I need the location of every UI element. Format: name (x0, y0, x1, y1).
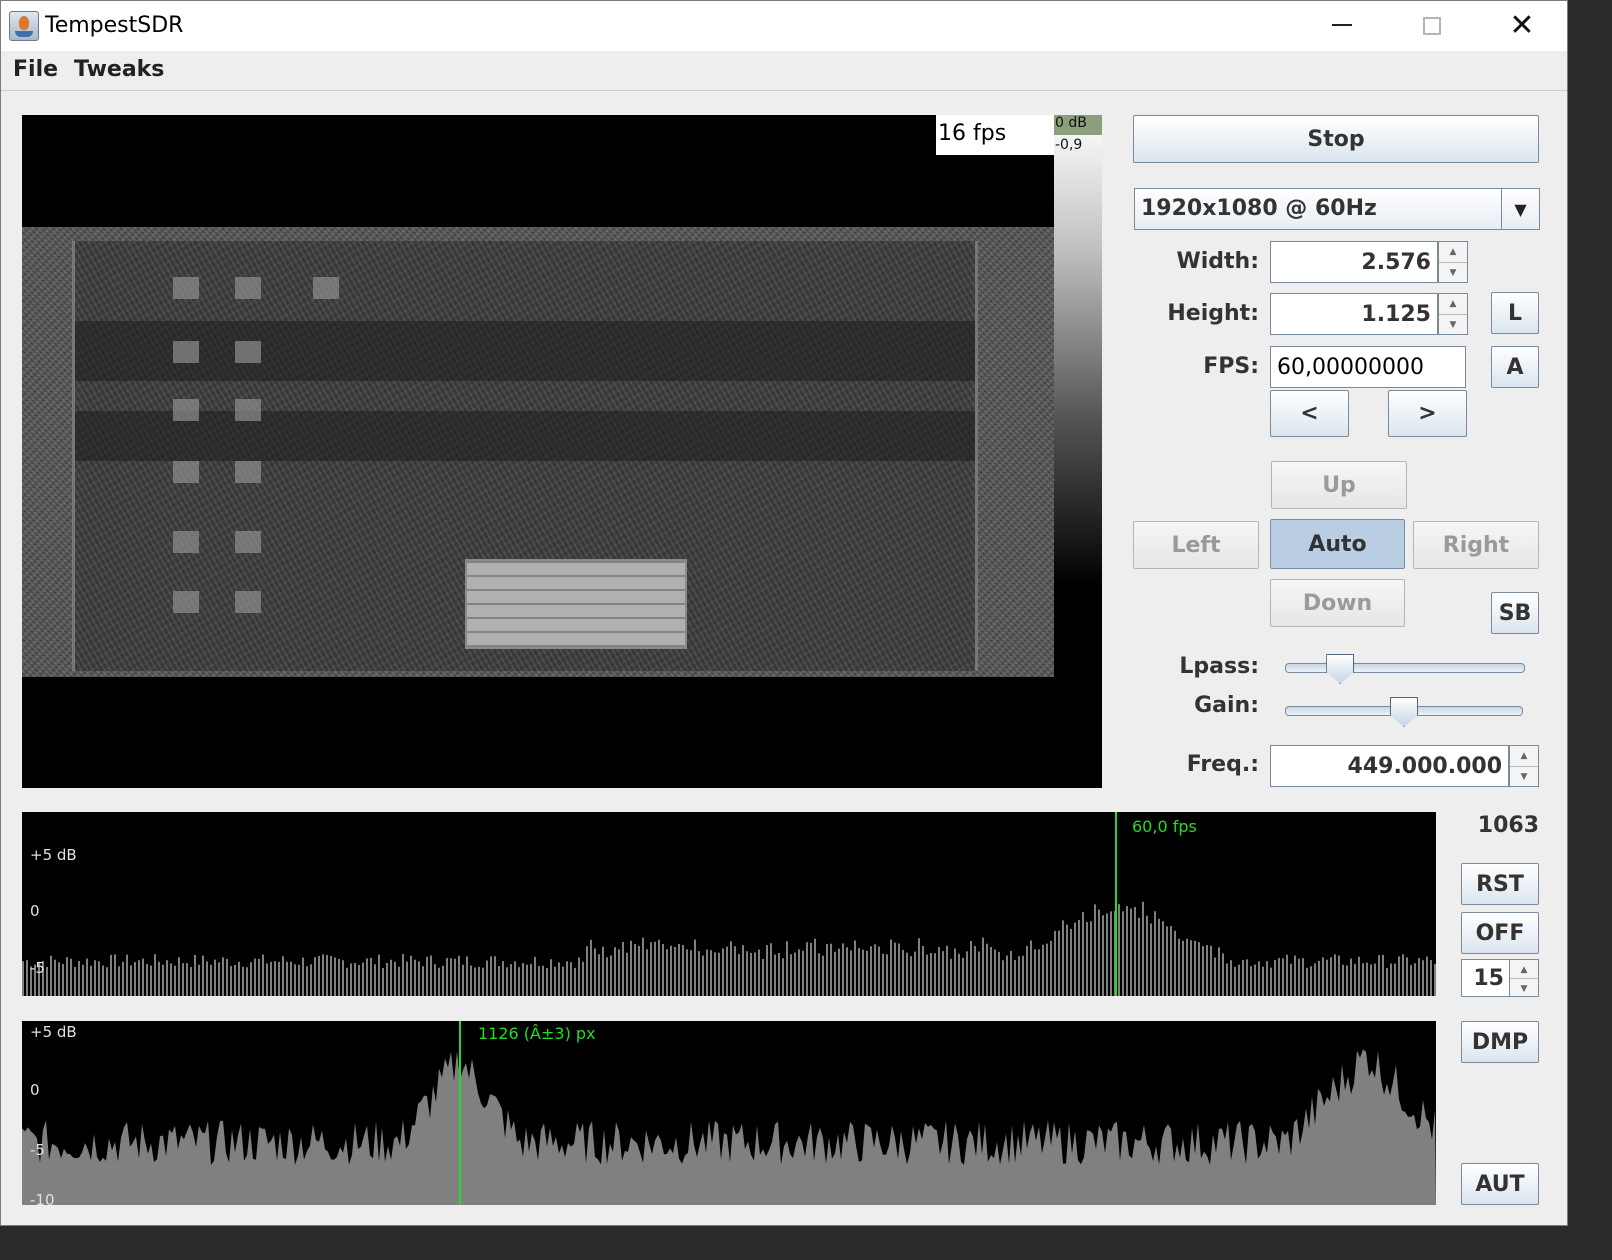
px-tick-label: -5 (30, 1141, 45, 1159)
ghost-icon (173, 531, 199, 553)
prev-button[interactable]: < (1270, 390, 1349, 437)
left-button[interactable]: Left (1133, 521, 1259, 569)
spin-up-icon[interactable]: ▲ (1439, 294, 1467, 314)
ghost-icon (173, 341, 199, 363)
video-display[interactable]: 16 fps 0 dB -0,9 (22, 115, 1102, 788)
px-spectrum-svg (22, 1021, 1436, 1205)
chevron-down-icon[interactable]: ▼ (1501, 189, 1539, 229)
gain-slider-thumb[interactable] (1390, 697, 1418, 727)
ghost-dialog (465, 559, 687, 649)
ghost-icon (235, 277, 261, 299)
app-window: TempestSDR ✕ File Tweaks 16 fps 0 dB -0,… (0, 0, 1568, 1226)
noise-band (75, 321, 975, 381)
ghost-icon (235, 531, 261, 553)
reconstructed-screen-image (22, 227, 1054, 677)
rst-button[interactable]: RST (1461, 863, 1539, 905)
noise-band (75, 411, 975, 461)
maximize-icon (1423, 17, 1441, 35)
a-button[interactable]: A (1491, 346, 1539, 388)
ghost-icon (235, 461, 261, 483)
ghost-icon (235, 341, 261, 363)
spin-down-icon[interactable]: ▼ (1510, 766, 1538, 786)
ghost-icon (173, 591, 199, 613)
fps-tick-label: 0 (30, 902, 40, 920)
aut-button[interactable]: AUT (1461, 1163, 1539, 1205)
next-button[interactable]: > (1388, 390, 1467, 437)
height-spinner[interactable]: ▲ ▼ (1438, 293, 1468, 335)
lpass-slider-track[interactable] (1285, 663, 1525, 673)
java-app-icon (9, 11, 39, 41)
freq-spinner[interactable]: ▲ ▼ (1509, 745, 1539, 787)
spin-down-icon[interactable]: ▼ (1510, 978, 1538, 996)
width-label: Width: (1176, 249, 1259, 274)
height-field[interactable]: 1.125 (1270, 293, 1438, 335)
width-field[interactable]: 2.576 (1270, 241, 1438, 283)
minimize-button[interactable] (1297, 1, 1387, 51)
fps-field[interactable]: 60,00000000 (1270, 346, 1466, 388)
height-label: Height: (1167, 301, 1259, 326)
reconstructed-screen-content (72, 241, 978, 671)
window-title: TempestSDR (45, 13, 184, 38)
fps-tick-label: -5 (30, 959, 45, 977)
fps-tick-label: +5 dB (30, 846, 77, 864)
menu-bar: File Tweaks (1, 51, 1567, 91)
spin-down-icon[interactable]: ▼ (1439, 314, 1467, 334)
menu-tweaks[interactable]: Tweaks (74, 57, 164, 82)
l-button[interactable]: L (1491, 292, 1539, 334)
px-spectrum-plot[interactable]: +5 dB 0 -5 -10 1126 (Â±3) px (22, 1021, 1436, 1205)
fps-spectrum-plot[interactable]: +5 dB 0 -5 60,0 fps (22, 812, 1436, 996)
ghost-icon (235, 591, 261, 613)
freq-label: Freq.: (1186, 752, 1259, 777)
ghost-icon (173, 461, 199, 483)
off-button[interactable]: OFF (1461, 912, 1539, 954)
px-spectrum-area (22, 1049, 1436, 1205)
fps-spectrum-svg (22, 812, 1436, 996)
up-button[interactable]: Up (1271, 461, 1407, 509)
frames-spinner-field[interactable]: 15 (1461, 959, 1511, 997)
right-button[interactable]: Right (1413, 521, 1539, 569)
spin-down-icon[interactable]: ▼ (1439, 262, 1467, 282)
ghost-icon (313, 277, 339, 299)
dmp-button[interactable]: DMP (1461, 1021, 1539, 1063)
px-marker-label: 1126 (Â±3) px (478, 1024, 596, 1043)
spin-up-icon[interactable]: ▲ (1439, 242, 1467, 262)
sb-button[interactable]: SB (1491, 592, 1539, 634)
resolution-value: 1920x1080 @ 60Hz (1141, 196, 1377, 221)
gain-label: Gain: (1194, 693, 1259, 718)
ghost-icon (173, 399, 199, 421)
counter-value: 1063 (1477, 813, 1539, 838)
title-bar: TempestSDR ✕ (1, 1, 1567, 51)
px-tick-label: +5 dB (30, 1023, 77, 1041)
stop-button[interactable]: Stop (1133, 115, 1539, 163)
fps-spectrum-bars (22, 901, 1436, 996)
lpass-label: Lpass: (1179, 654, 1259, 679)
menu-file[interactable]: File (13, 57, 58, 82)
db-scale-top-label: 0 dB (1054, 115, 1102, 135)
fps-overlay: 16 fps (936, 115, 1054, 155)
freq-field[interactable]: 449.000.000 (1270, 745, 1509, 787)
lpass-slider-thumb[interactable] (1326, 654, 1355, 684)
maximize-button[interactable] (1387, 1, 1477, 51)
px-tick-label: 0 (30, 1081, 40, 1099)
db-scale-sub-label: -0,9 (1055, 137, 1083, 153)
frames-spinner[interactable]: ▲ ▼ (1509, 959, 1539, 997)
spin-up-icon[interactable]: ▲ (1510, 960, 1538, 978)
down-button[interactable]: Down (1270, 579, 1405, 627)
fps-marker-label: 60,0 fps (1132, 817, 1197, 836)
spin-up-icon[interactable]: ▲ (1510, 746, 1538, 766)
width-spinner[interactable]: ▲ ▼ (1438, 241, 1468, 283)
minimize-icon (1332, 24, 1352, 26)
ghost-icon (173, 277, 199, 299)
ghost-icon (235, 399, 261, 421)
px-tick-label: -10 (30, 1191, 55, 1205)
fps-label: FPS: (1203, 354, 1259, 379)
close-icon: ✕ (1509, 8, 1535, 43)
db-scale-bar: 0 dB -0,9 (1054, 115, 1102, 788)
close-button[interactable]: ✕ (1477, 1, 1567, 51)
auto-button[interactable]: Auto (1270, 519, 1405, 569)
resolution-select[interactable]: 1920x1080 @ 60Hz ▼ (1134, 188, 1540, 230)
